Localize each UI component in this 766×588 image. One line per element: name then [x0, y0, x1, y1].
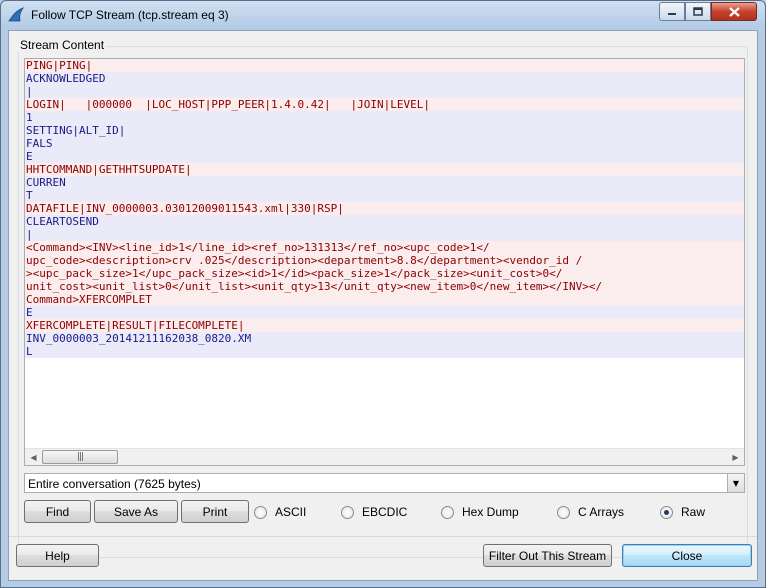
- arrow-left-icon[interactable]: ◀: [25, 449, 42, 465]
- stream-text-view[interactable]: PING|PING| ACKNOWLEDGED | LOGIN| |000000 |L…: [24, 58, 745, 466]
- stream-line: LOGIN| |000000 |LOC_HOST|PPP_PEER|1.4.0.…: [25, 98, 744, 111]
- minimize-icon: [668, 12, 676, 15]
- follow-tcp-stream-window: Follow TCP Stream (tcp.stream eq 3) Stre…: [0, 0, 766, 588]
- stream-line: E: [25, 306, 744, 319]
- stream-line: ACKNOWLEDGED: [25, 72, 744, 85]
- wireshark-fin-icon: [8, 7, 25, 22]
- stream-content-label: Stream Content: [18, 38, 107, 52]
- close-button-label: Close: [671, 548, 703, 563]
- stream-line: ><upc_pack_size>1</upc_pack_size><id>1</…: [25, 267, 744, 280]
- dialog-client-area: Stream Content PING|PING| ACKNOWLEDGED | LO…: [8, 30, 758, 581]
- radio-dot: [557, 505, 570, 519]
- format-ebcdic-label: EBCDIC: [362, 505, 408, 519]
- conversation-select-value: Entire conversation (7625 bytes): [28, 477, 201, 491]
- stream-line: Command>XFERCOMPLET: [25, 293, 744, 306]
- close-button[interactable]: Close: [622, 544, 752, 567]
- stream-line: L: [25, 345, 744, 358]
- radio-dot: [441, 505, 454, 519]
- find-button[interactable]: Find: [24, 500, 91, 523]
- format-ascii-label: ASCII: [275, 505, 307, 519]
- close-icon: [728, 6, 740, 17]
- format-raw-label: Raw: [681, 505, 706, 519]
- save-as-button[interactable]: Save As: [94, 500, 178, 523]
- format-ebcdic-radio[interactable]: EBCDIC: [341, 504, 407, 520]
- divider: [9, 536, 757, 537]
- format-raw-radio[interactable]: Raw: [660, 504, 705, 520]
- title-bar[interactable]: Follow TCP Stream (tcp.stream eq 3): [1, 1, 765, 29]
- save-as-button-label: Save As: [113, 504, 159, 519]
- stream-line: INV_0000003_20141211162038_0820.XM: [25, 332, 744, 345]
- find-button-label: Find: [45, 504, 70, 519]
- format-c-arrays-radio[interactable]: C Arrays: [557, 504, 624, 520]
- help-button[interactable]: Help: [16, 544, 99, 567]
- chevron-down-icon[interactable]: ▼: [727, 474, 744, 492]
- stream-line: unit_cost><unit_list>0</unit_list><unit_…: [25, 280, 744, 293]
- stream-line: XFERCOMPLETE|RESULT|FILECOMPLETE|: [25, 319, 744, 332]
- window-title: Follow TCP Stream (tcp.stream eq 3): [31, 8, 229, 22]
- stream-text-area[interactable]: PING|PING| ACKNOWLEDGED | LOGIN| |000000 |L…: [25, 59, 744, 449]
- arrow-right-icon[interactable]: ▶: [727, 449, 744, 465]
- format-hex-dump-label: Hex Dump: [462, 505, 519, 519]
- stream-line: |: [25, 228, 744, 241]
- stream-line: E: [25, 150, 744, 163]
- radio-dot: [660, 505, 673, 519]
- maximize-button[interactable]: [685, 2, 711, 21]
- filter-out-stream-button[interactable]: Filter Out This Stream: [483, 544, 612, 567]
- stream-line: CLEARTOSEND: [25, 215, 744, 228]
- stream-line: FALS: [25, 137, 744, 150]
- close-window-button[interactable]: [711, 2, 757, 21]
- stream-line: upc_code><description>crv .025</descript…: [25, 254, 744, 267]
- horizontal-scrollbar[interactable]: ◀ ||| ▶: [25, 448, 744, 465]
- minimize-button[interactable]: [659, 2, 685, 21]
- stream-line: 1: [25, 111, 744, 124]
- radio-dot: [254, 505, 267, 519]
- format-ascii-radio[interactable]: ASCII: [254, 504, 306, 520]
- stream-line: DATAFILE|INV_0000003.03012009011543.xml|…: [25, 202, 744, 215]
- format-c-arrays-label: C Arrays: [578, 505, 625, 519]
- stream-line: SETTING|ALT_ID|: [25, 124, 744, 137]
- print-button[interactable]: Print: [181, 500, 249, 523]
- help-button-label: Help: [45, 548, 70, 563]
- stream-line: HHTCOMMAND|GETHHTSUPDATE|: [25, 163, 744, 176]
- stream-line: CURREN: [25, 176, 744, 189]
- radio-dot: [341, 505, 354, 519]
- print-button-label: Print: [202, 504, 228, 519]
- format-hex-dump-radio[interactable]: Hex Dump: [441, 504, 519, 520]
- scrollbar-thumb[interactable]: |||: [42, 450, 118, 464]
- stream-line: <Command><INV><line_id>1</line_id><ref_n…: [25, 241, 744, 254]
- stream-line: PING|PING|: [25, 59, 744, 72]
- filter-out-stream-button-label: Filter Out This Stream: [488, 548, 607, 563]
- stream-line: T: [25, 189, 744, 202]
- conversation-select[interactable]: Entire conversation (7625 bytes) ▼: [24, 473, 745, 493]
- stream-line: |: [25, 85, 744, 98]
- maximize-icon: [693, 7, 703, 16]
